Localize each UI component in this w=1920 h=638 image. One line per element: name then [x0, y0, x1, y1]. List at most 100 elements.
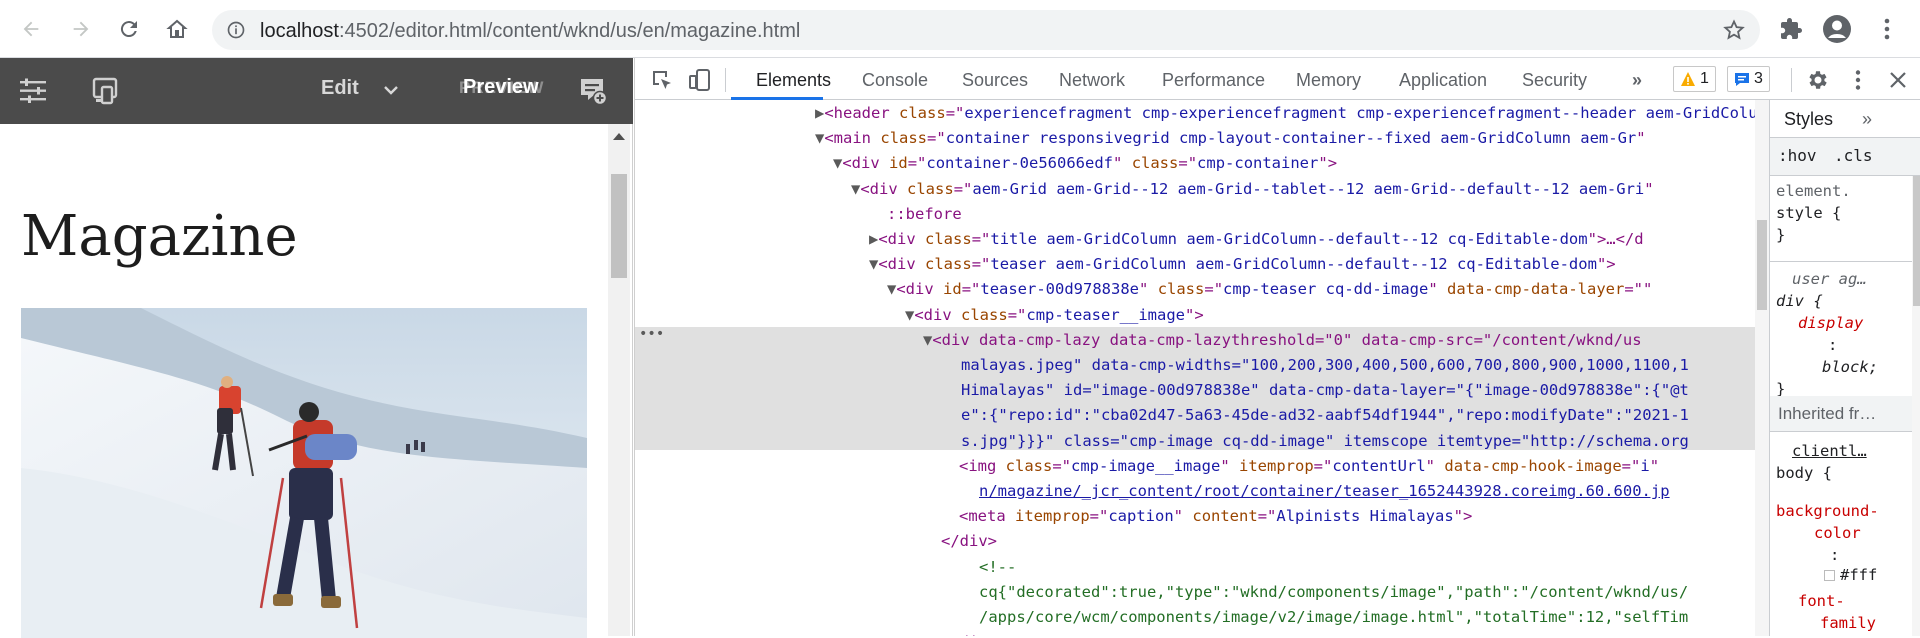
styles-scroll-thumb[interactable] — [1913, 176, 1920, 306]
home-button[interactable] — [160, 12, 194, 46]
tab-styles[interactable]: Styles — [1784, 109, 1833, 130]
devtools-settings-button[interactable] — [1804, 67, 1830, 93]
scroll-up-icon[interactable] — [613, 133, 625, 140]
bg-colon: : — [1830, 546, 1840, 564]
dom-node-line[interactable]: </div> — [941, 529, 997, 554]
cls-toggle[interactable]: .cls — [1834, 146, 1873, 165]
forward-button[interactable] — [64, 12, 98, 46]
messages-count: 3 — [1754, 70, 1763, 87]
styles-pane: Styles » :hov .cls element. style { } us… — [1769, 100, 1920, 636]
dom-node-line[interactable]: Himalayas" id="image-00d978838e" data-cm… — [961, 378, 1689, 403]
dom-node-line[interactable]: </div> — [941, 630, 997, 636]
profile-icon — [1823, 15, 1851, 43]
hov-toggle[interactable]: :hov — [1778, 146, 1817, 165]
dom-node-line[interactable]: ▼<div data-cmp-lazy data-cmp-lazythresho… — [923, 328, 1642, 353]
dom-node-line[interactable]: n/magazine/_jcr_content/root/container/t… — [979, 479, 1670, 504]
styles-header: Styles » — [1770, 100, 1920, 138]
element-style-close: } — [1776, 226, 1786, 244]
tab-security[interactable]: Security — [1522, 70, 1587, 91]
ua-colon: : — [1828, 336, 1838, 354]
dom-node-line[interactable]: <meta itemprop="caption" content="Alpini… — [959, 504, 1472, 529]
ua-property-display: display — [1798, 314, 1864, 332]
info-icon[interactable] — [226, 20, 246, 40]
dom-node-line[interactable]: <img class="cmp-image__image" itemprop="… — [959, 454, 1659, 479]
body-selector: body { — [1776, 464, 1832, 482]
dom-node-line[interactable]: <!-- — [979, 555, 1016, 580]
dom-node-line[interactable]: ▼<div id="container-0e56066edf" class="c… — [833, 151, 1337, 176]
dom-node-line[interactable]: ▼<div class="teaser aem-GridColumn aem-G… — [869, 252, 1616, 277]
devtools-menu-button[interactable] — [1845, 67, 1871, 93]
url-host: localhost — [260, 20, 339, 42]
tab-network[interactable]: Network — [1059, 70, 1125, 91]
ff-property-1: font- — [1798, 592, 1845, 610]
dom-scroll-thumb[interactable] — [1757, 220, 1767, 310]
dom-node-line[interactable]: s.jpg"}}}" class="cmp-image cq-dd-image"… — [961, 429, 1689, 454]
reload-icon — [120, 21, 137, 38]
device-icon — [689, 69, 710, 91]
preview-scroll-thumb[interactable] — [611, 174, 627, 278]
page-title[interactable]: Magazine — [21, 204, 298, 269]
ua-value-block: block; — [1822, 358, 1878, 376]
dom-node-line[interactable]: ▶<div class="title aem-GridColumn aem-Gr… — [869, 227, 1644, 252]
emulator-button[interactable] — [90, 76, 122, 106]
extensions-button[interactable] — [1776, 14, 1806, 44]
page-preview[interactable]: Magazine — [0, 124, 633, 638]
alpinists-image — [21, 308, 587, 638]
node-actions-icon[interactable]: ••• — [639, 326, 665, 342]
browser-menu-button[interactable] — [1872, 14, 1902, 44]
dom-tree[interactable]: ••• ▶<header class="experiencefragment c… — [635, 100, 1755, 636]
dom-node-line[interactable]: malayas.jpeg" data-cmp-widths="100,200,3… — [961, 353, 1689, 378]
dom-node-line[interactable]: ▼<div class="cmp-teaser__image"> — [905, 303, 1204, 328]
devtools-close-button[interactable] — [1885, 67, 1911, 93]
dom-node-line[interactable]: ▶<header class="experiencefragment cmp-e… — [815, 101, 1755, 126]
device-toolbar-button[interactable] — [687, 67, 713, 93]
styles-filter-bar: :hov .cls — [1770, 138, 1920, 176]
forward-icon — [73, 21, 89, 37]
dom-node-line[interactable]: cq{"decorated":true,"type":"wknd/compone… — [979, 580, 1688, 605]
color-swatch[interactable] — [1824, 570, 1835, 581]
devtools-panel: Elements Console Sources Network Perform… — [634, 58, 1920, 636]
side-panel-icon — [20, 78, 46, 103]
tab-memory[interactable]: Memory — [1296, 70, 1361, 91]
star-icon[interactable] — [1722, 18, 1746, 42]
hero-image[interactable] — [21, 308, 587, 638]
tab-performance[interactable]: Performance — [1162, 70, 1265, 91]
home-icon — [166, 19, 188, 38]
url-text[interactable]: localhost:4502/editor.html/content/wknd/… — [260, 20, 800, 43]
extensions-icon — [1781, 18, 1802, 39]
dom-node-line[interactable]: ▼<main class="container responsivegrid c… — [815, 126, 1646, 151]
dom-node-line[interactable]: ▼<div class="aem-Grid aem-Grid--12 aem-G… — [851, 177, 1654, 202]
annotate-icon — [581, 79, 608, 106]
inspect-element-button[interactable] — [649, 67, 675, 93]
tab-sources[interactable]: Sources — [962, 70, 1028, 91]
dom-node-line[interactable]: ::before — [887, 202, 962, 227]
dom-node-line[interactable]: e":{"repo:id":"cba02d47-5a63-45de-ad32-a… — [961, 403, 1689, 428]
styles-scrollbar[interactable] — [1912, 176, 1920, 636]
tab-application[interactable]: Application — [1399, 70, 1487, 91]
preview-button[interactable]: Preview — [463, 76, 539, 99]
profile-button[interactable] — [1822, 14, 1852, 44]
messages-badge[interactable]: 3 — [1727, 66, 1770, 92]
side-panel-button[interactable] — [17, 76, 49, 106]
message-icon — [1735, 73, 1749, 86]
tab-elements[interactable]: Elements — [756, 70, 831, 91]
dom-node-line[interactable]: /apps/core/wcm/components/image/v2/image… — [979, 605, 1688, 630]
devtools-tab-bar: Elements Console Sources Network Perform… — [635, 58, 1920, 100]
address-bar[interactable]: localhost:4502/editor.html/content/wknd/… — [212, 10, 1760, 50]
reload-button[interactable] — [112, 12, 146, 46]
warnings-badge[interactable]: 1 — [1673, 66, 1716, 92]
element-style-selector-2[interactable]: style { — [1776, 202, 1841, 224]
url-path: :4502/editor.html/content/wknd/us/en/mag… — [338, 20, 801, 42]
dom-node-line[interactable]: ▼<div id="teaser-00d978838e" class="cmp-… — [887, 277, 1652, 302]
annotate-button[interactable] — [577, 76, 609, 106]
styles-more-tabs[interactable]: » — [1862, 109, 1872, 130]
tab-console[interactable]: Console — [862, 70, 928, 91]
inspect-icon — [653, 71, 671, 89]
back-button[interactable] — [14, 12, 48, 46]
mode-selector-label[interactable]: Edit — [321, 77, 359, 100]
ua-selector: div { — [1776, 292, 1823, 310]
stylesheet-link[interactable]: clientl… — [1792, 440, 1867, 462]
chevron-down-icon[interactable] — [383, 80, 399, 100]
dom-scrollbar[interactable] — [1755, 100, 1769, 636]
more-tabs-button[interactable]: » — [1632, 70, 1642, 91]
